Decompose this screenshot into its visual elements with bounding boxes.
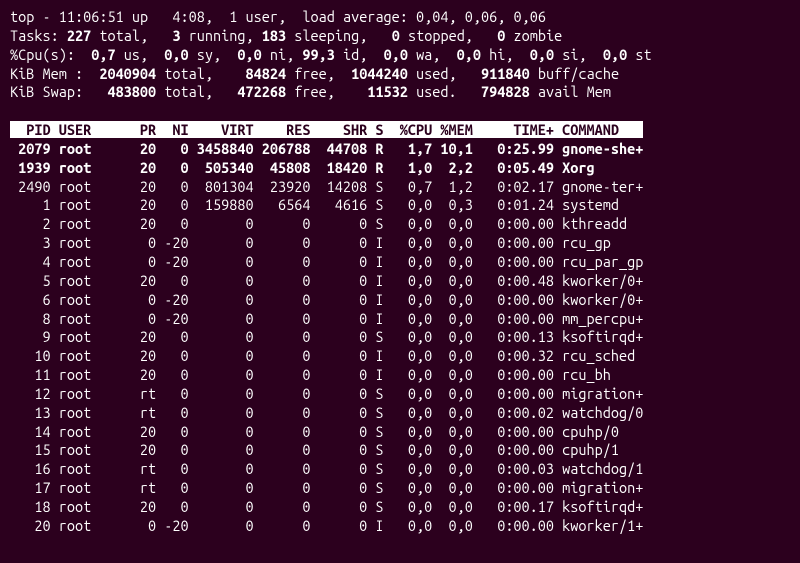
- process-row: 17 root rt 0 0 0 0 S 0,0 0,0 0:00.00 mig…: [10, 479, 643, 496]
- terminal-output[interactable]: top - 11:06:51 up 4:08, 1 user, load ave…: [0, 0, 800, 544]
- summary-line-1: top - 11:06:51 up 4:08, 1 user, load ave…: [10, 8, 546, 25]
- process-row: 16 root rt 0 0 0 0 S 0,0 0,0 0:00.03 wat…: [10, 460, 643, 477]
- process-row: 2 root 20 0 0 0 0 S 0,0 0,0 0:00.00 kthr…: [10, 215, 627, 232]
- process-row: 3 root 0 -20 0 0 0 I 0,0 0,0 0:00.00 rcu…: [10, 234, 611, 251]
- process-row: 13 root rt 0 0 0 0 S 0,0 0,0 0:00.02 wat…: [10, 404, 643, 421]
- process-row: 20 root 0 -20 0 0 0 I 0,0 0,0 0:00.00 kw…: [10, 517, 643, 534]
- process-row: 6 root 0 -20 0 0 0 I 0,0 0,0 0:00.00 kwo…: [10, 291, 643, 308]
- process-row: 14 root 20 0 0 0 0 S 0,0 0,0 0:00.00 cpu…: [10, 423, 619, 440]
- process-row: 8 root 0 -20 0 0 0 I 0,0 0,0 0:00.00 mm_…: [10, 310, 643, 327]
- process-row: 10 root 20 0 0 0 0 I 0,0 0,0 0:00.32 rcu…: [10, 347, 635, 364]
- summary-line-mem: KiB Mem : 2040904 total, 84824 free, 104…: [10, 65, 619, 82]
- summary-line-cpu: %Cpu(s): 0,7 us, 0,0 sy, 0,0 ni, 99,3 id…: [10, 46, 652, 63]
- process-row: 5 root 20 0 0 0 0 I 0,0 0,0 0:00.48 kwor…: [10, 272, 643, 289]
- summary-line-swap: KiB Swap: 483800 total, 472268 free, 115…: [10, 83, 611, 100]
- process-row: 11 root 20 0 0 0 0 I 0,0 0,0 0:00.00 rcu…: [10, 366, 611, 383]
- process-table-header: PID USER PR NI VIRT RES SHR S %CPU %MEM …: [10, 121, 643, 138]
- process-row: 4 root 0 -20 0 0 0 I 0,0 0,0 0:00.00 rcu…: [10, 253, 643, 270]
- process-row: 15 root 20 0 0 0 0 S 0,0 0,0 0:00.00 cpu…: [10, 441, 619, 458]
- process-row: 2079 root 20 0 3458840 206788 44708 R 1,…: [10, 140, 643, 157]
- summary-line-tasks: Tasks: 227 total, 3 running, 183 sleepin…: [10, 27, 562, 44]
- process-row: 18 root 20 0 0 0 0 S 0,0 0,0 0:00.17 kso…: [10, 498, 643, 515]
- process-table-body: 2079 root 20 0 3458840 206788 44708 R 1,…: [10, 140, 790, 536]
- process-row: 12 root rt 0 0 0 0 S 0,0 0,0 0:00.00 mig…: [10, 385, 643, 402]
- process-row: 1939 root 20 0 505340 45808 18420 R 1,0 …: [10, 159, 595, 176]
- process-row: 2490 root 20 0 801304 23920 14208 S 0,7 …: [10, 178, 643, 195]
- process-row: 1 root 20 0 159880 6564 4616 S 0,0 0,3 0…: [10, 196, 619, 213]
- process-row: 9 root 20 0 0 0 0 S 0,0 0,0 0:00.13 ksof…: [10, 328, 643, 345]
